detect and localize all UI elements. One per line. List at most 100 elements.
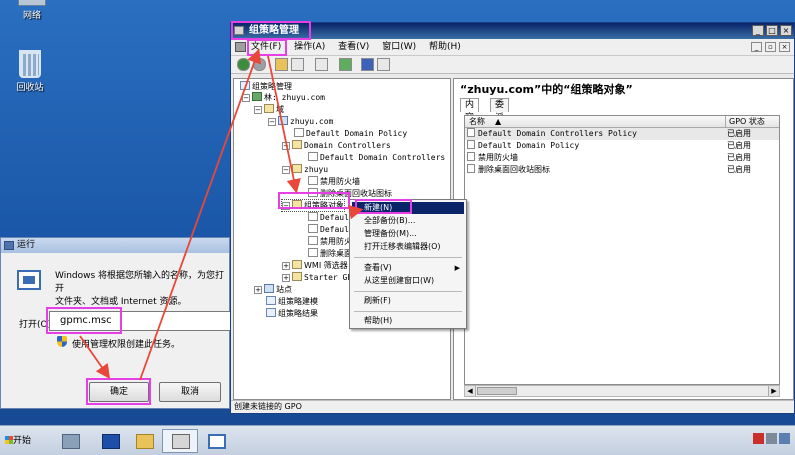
menu-view[interactable]: 查看(V)	[338, 39, 369, 56]
tree-default-domain-policy[interactable]: Default Domain Policy	[294, 128, 407, 139]
admin-note: 使用管理权限创建此任务。	[72, 340, 181, 350]
network-desktop-icon[interactable]: 网络	[2, 0, 62, 21]
forward-arrow-icon[interactable]	[253, 58, 266, 71]
properties-icon[interactable]	[315, 58, 328, 71]
gpmc-title-bar[interactable]: 组策略管理 _ □ ×	[231, 23, 794, 39]
tree-default-dc-policy[interactable]: Default Domain Controllers Po	[308, 152, 450, 163]
tray-volume-icon[interactable]	[779, 433, 790, 444]
tray-alert-icon[interactable]	[753, 433, 764, 444]
tree-gp-results[interactable]: 组策略结果	[266, 308, 318, 319]
refresh-icon[interactable]	[339, 58, 352, 71]
back-arrow-icon[interactable]	[237, 58, 250, 71]
expand-icon[interactable]: +	[254, 286, 262, 294]
tree-gpo-container[interactable]: − 组策略对象	[281, 199, 345, 212]
tree-domains-label: 域	[276, 105, 284, 114]
tree-domain-label: zhuyu.com	[290, 117, 334, 126]
tree-recycle-gpo-link[interactable]: 删除桌面回收站图标	[308, 188, 392, 199]
taskbar-run[interactable]	[198, 429, 234, 453]
inner-restore-button[interactable]: ▫	[765, 42, 776, 52]
collapse-icon[interactable]: −	[254, 106, 262, 114]
tree-wmi-filters[interactable]: + WMI 筛选器	[282, 260, 348, 271]
close-button[interactable]: ×	[780, 25, 792, 36]
collapse-icon[interactable]: −	[242, 94, 250, 102]
menu-item-manage-backups[interactable]: 管理备份(M)...	[352, 228, 464, 240]
recycle-bin-label: 回收站	[16, 83, 44, 93]
gpo-link-icon	[308, 176, 318, 185]
menu-item-new-window[interactable]: 从这里创建窗口(W)	[352, 275, 464, 287]
maximize-button[interactable]: □	[766, 25, 778, 36]
menu-item-migration-editor[interactable]: 打开迁移表编辑器(O)	[352, 241, 464, 253]
column-gpo-status[interactable]: GPO 状态	[725, 116, 765, 127]
tree-domain-zhuyu-com[interactable]: − zhuyu.com	[268, 116, 333, 127]
tab-delegation[interactable]: 委派	[490, 98, 510, 123]
gpo-icon	[467, 152, 475, 161]
tray-network-icon[interactable]	[766, 433, 777, 444]
expand-icon[interactable]: +	[282, 262, 290, 270]
inner-close-button[interactable]: ×	[779, 42, 790, 52]
up-folder-icon[interactable]	[275, 58, 288, 71]
sites-icon	[264, 284, 274, 293]
tree-gpo-3[interactable]: 禁用防火	[308, 236, 352, 247]
menu-item-refresh[interactable]: 刷新(F)	[352, 295, 464, 307]
show-tree-icon[interactable]	[291, 58, 304, 71]
menu-separator	[354, 311, 462, 312]
cancel-button[interactable]: 取消	[159, 382, 221, 402]
menu-window[interactable]: 窗口(W)	[382, 39, 416, 56]
tree-firewall-gpo-link[interactable]: 禁用防火墙	[308, 176, 360, 187]
collapse-icon[interactable]: −	[268, 118, 276, 126]
inner-minimize-button[interactable]: _	[751, 42, 762, 52]
menu-item-backup-all[interactable]: 全部备份(B)...	[352, 215, 464, 227]
tree-ou-zhuyu[interactable]: − zhuyu	[282, 164, 328, 175]
list-item[interactable]: Default Domain Controllers Policy 已启用	[465, 128, 779, 140]
column-name[interactable]: 名称	[469, 116, 485, 127]
tree-domains[interactable]: − 域	[254, 104, 284, 115]
tab-contents[interactable]: 内容	[460, 98, 480, 123]
list-item[interactable]: 删除桌面回收站图标 已启用	[465, 164, 779, 176]
folder-icon	[264, 104, 274, 113]
menu-file[interactable]: 文件(F)	[251, 39, 281, 56]
expand-icon[interactable]: +	[282, 274, 290, 282]
taskbar-gpmc[interactable]	[162, 429, 198, 453]
tree-gpo-container-label: 组策略对象	[304, 201, 344, 210]
recycle-bin-desktop-icon[interactable]: 回收站	[0, 50, 60, 93]
tree-sites[interactable]: + 站点	[254, 284, 292, 295]
taskbar-server-manager[interactable]	[52, 429, 88, 453]
tree-gp-modeling[interactable]: 组策略建模	[266, 296, 318, 307]
console-tree-icon[interactable]	[377, 58, 390, 71]
tree-gpo-2[interactable]: Default	[308, 224, 354, 235]
ok-button[interactable]: 确定	[89, 382, 149, 402]
tree-gpo-1[interactable]: Default	[308, 212, 354, 223]
scroll-left-icon[interactable]: ◀	[465, 386, 476, 396]
collapse-icon[interactable]: −	[282, 142, 290, 150]
domain-icon	[278, 116, 288, 125]
tree-root-label: 组策略管理	[252, 82, 292, 91]
taskbar-powershell[interactable]	[92, 429, 128, 453]
horizontal-scrollbar[interactable]: ◀ ▶	[464, 385, 780, 397]
run-title-bar[interactable]: 运行	[1, 238, 229, 253]
help-icon[interactable]	[361, 58, 374, 71]
menu-item-new[interactable]: 新建(N)	[352, 202, 464, 214]
menu-action[interactable]: 操作(A)	[294, 39, 325, 56]
taskbar-explorer[interactable]	[126, 429, 162, 453]
scroll-thumb[interactable]	[477, 387, 517, 395]
menu-help[interactable]: 帮助(H)	[429, 39, 461, 56]
collapse-icon[interactable]: −	[282, 166, 290, 174]
tree-gpo-4-label: 删除桌面	[320, 249, 352, 258]
list-item[interactable]: 禁用防火墙 已启用	[465, 152, 779, 164]
minimize-button[interactable]: _	[752, 25, 764, 36]
tree-root[interactable]: 组策略管理	[240, 81, 292, 92]
tree-forest[interactable]: − 林: zhuyu.com	[242, 92, 325, 103]
collapse-icon[interactable]: −	[282, 202, 290, 210]
gpo-name: 禁用防火墙	[478, 153, 518, 162]
tree-gpo-4[interactable]: 删除桌面	[308, 248, 352, 259]
start-button[interactable]: 开始	[2, 430, 40, 452]
menu-item-help[interactable]: 帮助(H)	[352, 315, 464, 327]
scroll-right-icon[interactable]: ▶	[768, 386, 779, 396]
tree-starter-gpos[interactable]: + Starter GPO	[282, 272, 357, 283]
menu-item-view[interactable]: 查看(V) ▶	[352, 262, 464, 274]
tree-domain-controllers[interactable]: − Domain Controllers	[282, 140, 391, 151]
run-command-input[interactable]: gpmc.msc	[49, 311, 231, 331]
list-item[interactable]: Default Domain Policy 已启用	[465, 140, 779, 152]
gpo-icon	[308, 248, 318, 257]
menu-separator	[354, 291, 462, 292]
